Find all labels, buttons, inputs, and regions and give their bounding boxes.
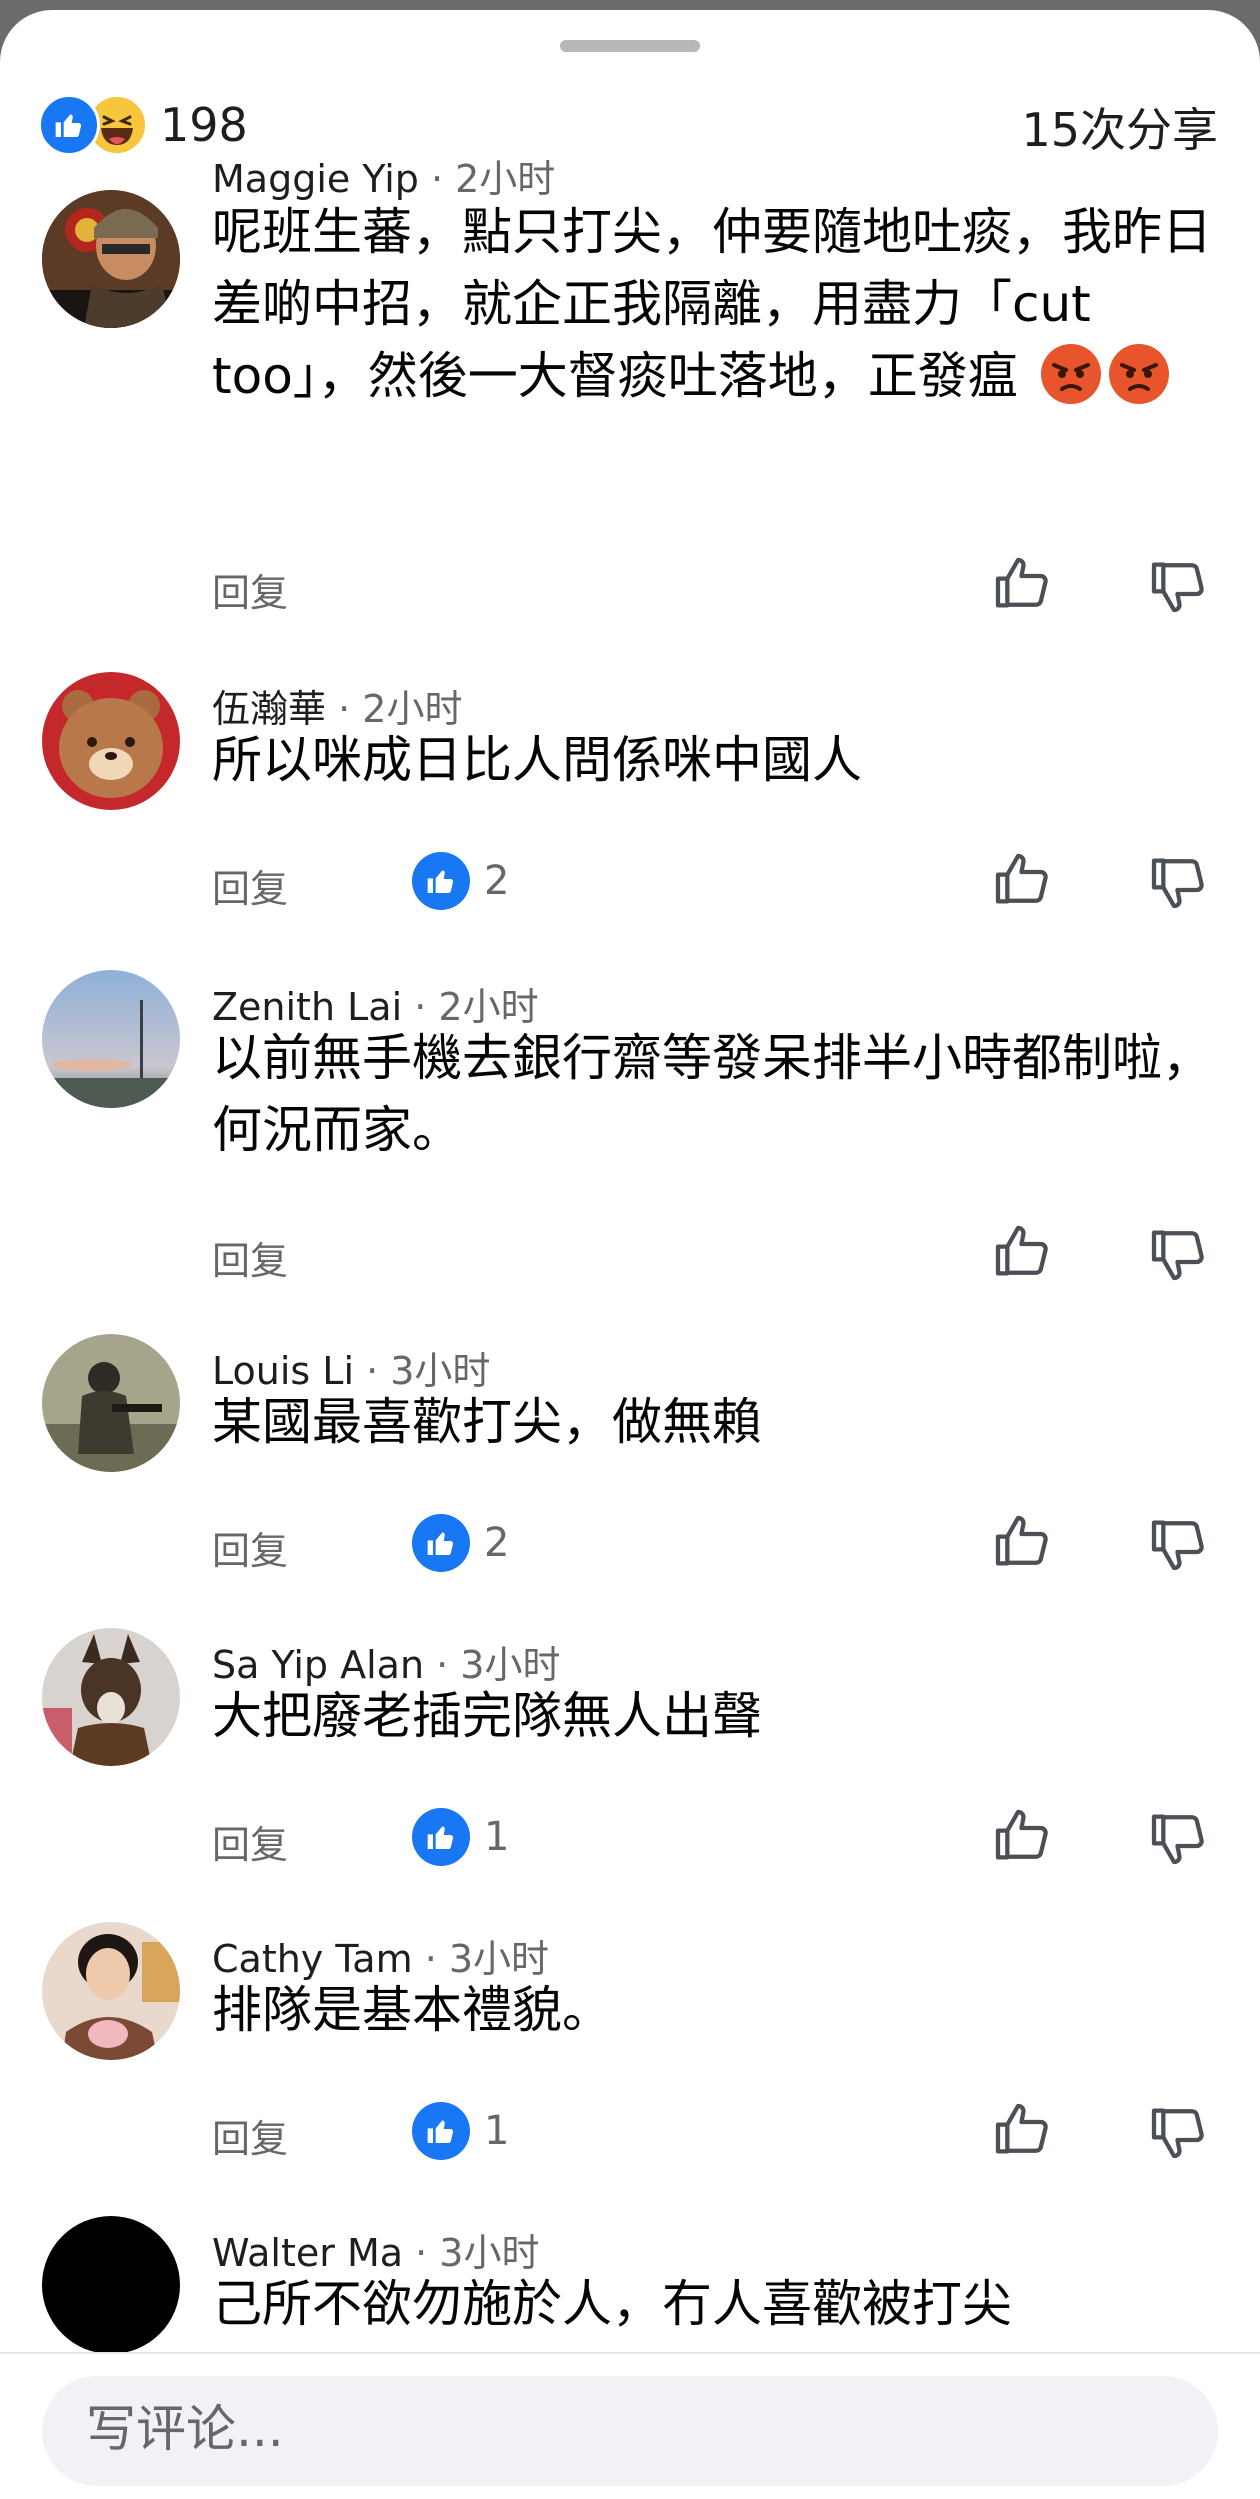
comment-time: · 2小时 xyxy=(430,157,556,201)
like-count-badge[interactable]: 2 xyxy=(412,1514,509,1572)
drag-handle[interactable] xyxy=(560,40,700,52)
avatar[interactable] xyxy=(42,970,180,1108)
author-name[interactable]: Maggie Yip xyxy=(212,157,419,201)
like-count-badge[interactable]: 1 xyxy=(412,2102,509,2160)
reply-button[interactable]: 回复 xyxy=(212,2108,288,2163)
thumbs-down-icon[interactable] xyxy=(1146,1512,1210,1576)
avatar[interactable] xyxy=(42,1334,180,1472)
comment-actions: 回复 1 xyxy=(0,1804,1260,1874)
comment-text: 某國最喜歡打尖，做無賴 xyxy=(212,1393,762,1451)
comment-text: 所以咪成日比人問係咪中國人 xyxy=(212,731,862,789)
thumbs-up-icon[interactable] xyxy=(990,848,1054,912)
avatar[interactable] xyxy=(42,1922,180,2060)
thumbs-up-icon[interactable] xyxy=(990,1804,1054,1868)
comment-text: 排隊是基本禮貌。 xyxy=(212,1981,612,2039)
thumbs-down-icon[interactable] xyxy=(1146,1222,1210,1286)
like-count-badge[interactable]: 1 xyxy=(412,1808,509,1866)
comment-text: 呢班生蕃，點只打尖，仲要隨地吐痰，我昨日差啲中招，就企正我隔離，用盡力「cut … xyxy=(212,196,1222,412)
comment-text: 以前無手機去銀行齋等發呆排半小時都制啦，何況而家。 xyxy=(212,1029,1212,1159)
thumbs-down-icon[interactable] xyxy=(1146,1806,1210,1870)
avatar[interactable] xyxy=(42,190,180,328)
reply-button[interactable]: 回复 xyxy=(212,1230,288,1285)
comment-actions: 回复 2 xyxy=(0,1510,1260,1580)
angry-emoji-icon xyxy=(1108,343,1170,405)
reply-button[interactable]: 回复 xyxy=(212,562,288,617)
comment-header: Maggie Yip · 2小时 xyxy=(212,148,555,203)
reply-button[interactable]: 回复 xyxy=(212,1814,288,1869)
reply-button[interactable]: 回复 xyxy=(212,1520,288,1575)
like-badge-icon xyxy=(412,2102,470,2160)
comment-text: 大把廢老插完隊無人出聲 xyxy=(212,1687,762,1745)
like-badge-icon xyxy=(412,1514,470,1572)
comment-actions: 回复 xyxy=(0,552,1260,622)
reaction-count: 198 xyxy=(160,98,248,152)
angry-emoji-icon xyxy=(1040,343,1102,405)
reaction-summary[interactable]: 198 xyxy=(38,94,248,156)
like-count: 1 xyxy=(484,2108,510,2154)
avatar[interactable] xyxy=(42,1628,180,1766)
comment-actions: 回复 xyxy=(0,1220,1260,1290)
thumbs-up-icon[interactable] xyxy=(990,1510,1054,1574)
thumbs-down-icon[interactable] xyxy=(1146,850,1210,914)
thumbs-up-icon[interactable] xyxy=(990,552,1054,616)
avatar[interactable] xyxy=(42,2216,180,2354)
reply-button[interactable]: 回复 xyxy=(212,858,288,913)
comments-sheet: 198 15次分享 Maggie Yip · 2小时 呢班生蕃，點只打尖，仲要隨… xyxy=(0,10,1260,2499)
like-reaction-icon xyxy=(38,94,100,156)
thumbs-down-icon[interactable] xyxy=(1146,554,1210,618)
reactions-header: 198 15次分享 xyxy=(0,80,1260,160)
comment-input[interactable] xyxy=(86,2400,1086,2458)
like-count-badge[interactable]: 2 xyxy=(412,852,509,910)
like-badge-icon xyxy=(412,1808,470,1866)
like-count: 2 xyxy=(484,1520,510,1566)
comment-text: 己所不欲勿施於人，冇人喜歡被打尖 xyxy=(212,2275,1012,2333)
share-count[interactable]: 15次分享 xyxy=(1021,94,1218,160)
comment-actions: 回复 1 xyxy=(0,2098,1260,2168)
thumbs-up-icon[interactable] xyxy=(990,1220,1054,1284)
like-count: 2 xyxy=(484,858,510,904)
like-badge-icon xyxy=(412,852,470,910)
thumbs-down-icon[interactable] xyxy=(1146,2100,1210,2164)
comment-composer[interactable] xyxy=(42,2376,1218,2486)
comment-actions: 回复 2 xyxy=(0,848,1260,918)
avatar[interactable] xyxy=(42,672,180,810)
like-count: 1 xyxy=(484,1814,510,1860)
thumbs-up-icon[interactable] xyxy=(990,2098,1054,2162)
comment-composer-bar xyxy=(0,2352,1260,2499)
